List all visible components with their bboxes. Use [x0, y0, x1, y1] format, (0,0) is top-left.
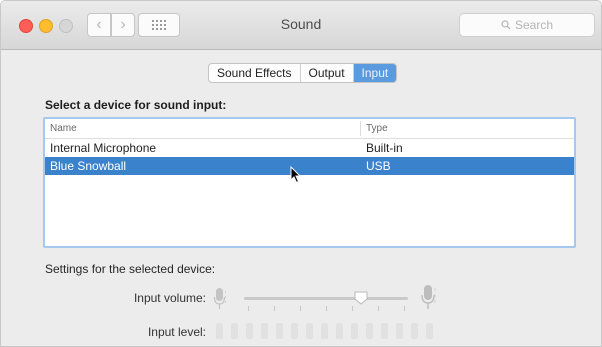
level-segment	[231, 323, 238, 339]
column-divider	[360, 121, 361, 136]
column-header-type[interactable]: Type	[366, 123, 388, 134]
input-level-label: Input level:	[147, 325, 206, 339]
level-segment	[351, 323, 358, 339]
table-row[interactable]: Internal Microphone Built-in	[45, 139, 574, 157]
level-segment	[426, 323, 433, 339]
table-header: Name Type	[45, 119, 574, 139]
level-segment	[276, 323, 283, 339]
level-segment	[291, 323, 298, 339]
slider-tick	[378, 306, 379, 311]
tab-sound-effects[interactable]: Sound Effects	[209, 64, 301, 82]
level-segment	[336, 323, 343, 339]
slider-tick	[248, 306, 249, 311]
level-segment	[261, 323, 268, 339]
title-bar: ‹ › Sound Search	[1, 1, 601, 50]
device-section-label: Select a device for sound input:	[45, 98, 227, 112]
input-volume-slider[interactable]	[244, 297, 408, 300]
tab-input[interactable]: Input	[353, 64, 397, 82]
level-segment	[216, 323, 223, 339]
slider-tick	[404, 306, 405, 311]
column-header-name[interactable]: Name	[50, 123, 77, 134]
microphone-high-icon	[421, 285, 436, 309]
level-segment	[381, 323, 388, 339]
level-segment	[321, 323, 328, 339]
microphone-low-icon	[213, 288, 226, 309]
level-segment	[366, 323, 373, 339]
device-type: USB	[366, 159, 391, 173]
table-row-selected[interactable]: Blue Snowball USB	[45, 157, 574, 175]
level-segment	[306, 323, 313, 339]
level-segment	[411, 323, 418, 339]
slider-tick	[300, 306, 301, 311]
mouse-pointer	[290, 166, 302, 184]
settings-label: Settings for the selected device:	[45, 262, 216, 276]
slider-tick	[326, 306, 327, 311]
level-segment	[396, 323, 403, 339]
level-segment	[246, 323, 253, 339]
search-icon	[501, 20, 511, 30]
input-volume-thumb[interactable]	[353, 290, 369, 306]
tab-bar: Sound Effects Output Input	[208, 63, 398, 83]
tab-output[interactable]: Output	[301, 64, 354, 82]
device-name: Blue Snowball	[50, 159, 127, 173]
input-device-table[interactable]: Name Type Internal Microphone Built-in B…	[43, 117, 576, 248]
device-name: Internal Microphone	[50, 141, 157, 155]
device-type: Built-in	[366, 141, 403, 155]
search-placeholder: Search	[514, 18, 554, 32]
search-field[interactable]: Search	[459, 13, 595, 37]
sound-preferences-window: ‹ › Sound Search Sound Effects Output In…	[0, 0, 602, 347]
input-volume-label: Input volume:	[133, 291, 206, 305]
slider-tick	[274, 306, 275, 311]
slider-tick	[352, 306, 353, 311]
